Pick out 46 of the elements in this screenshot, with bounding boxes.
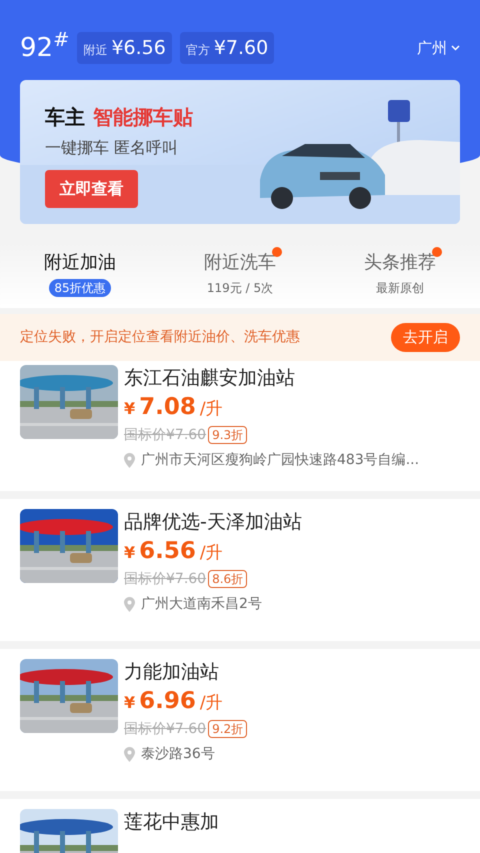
price-value: ¥7.60 bbox=[214, 36, 268, 61]
station-name: 品牌优选-天泽加油站 bbox=[124, 510, 302, 535]
currency-symbol: ¥ bbox=[124, 398, 136, 420]
discount-tag: 8.6折 bbox=[208, 570, 248, 588]
station-card[interactable]: 品牌优选-天泽加油站 ¥ 6.56 /升 国标价¥7.60 8.6折 广州大道南禾昌2号 bbox=[0, 499, 480, 641]
station-card[interactable]: 力能加油站 ¥ 6.96 /升 国标价¥7.60 9.2折 泰沙路36号 bbox=[0, 649, 480, 791]
banner-subtitle: 一键挪车 匿名呼叫 bbox=[45, 137, 180, 159]
location-pin-icon bbox=[124, 596, 135, 612]
station-name: 东江石油麒安加油站 bbox=[124, 366, 296, 391]
category-tab[interactable]: 头条推荐 最新原创 bbox=[320, 244, 480, 308]
price-label: 附近 bbox=[83, 42, 108, 59]
currency-symbol: ¥ bbox=[124, 692, 136, 714]
station-card[interactable]: 东江石油麒安加油站 ¥ 7.08 /升 国标价¥7.60 9.3折 广州市天河区瘦狗岭广园快速路483号自编... bbox=[0, 361, 480, 491]
location-pin-icon bbox=[124, 746, 135, 762]
station-name: 莲花中惠加 bbox=[124, 810, 219, 835]
station-address: 广州市天河区瘦狗岭广园快速路483号自编... bbox=[141, 450, 420, 470]
tab-subtitle: 最新原创 bbox=[376, 280, 424, 297]
location-pin-icon bbox=[124, 452, 135, 468]
discount-tag: 9.3折 bbox=[208, 426, 248, 444]
fuel-price: 7.08 bbox=[139, 393, 196, 421]
chevron-down-icon bbox=[451, 45, 460, 51]
original-price: 国标价¥7.60 bbox=[124, 426, 206, 444]
price-value: ¥6.56 bbox=[111, 36, 166, 61]
city-selector[interactable]: 广州 bbox=[417, 36, 460, 60]
currency-symbol: ¥ bbox=[124, 542, 136, 564]
tab-subtitle: 119元 / 5次 bbox=[206, 280, 274, 297]
station-name: 力能加油站 bbox=[124, 660, 220, 685]
price-unit: /升 bbox=[200, 542, 223, 565]
category-tab[interactable]: 附近洗车 119元 / 5次 bbox=[160, 244, 320, 308]
price-unit: /升 bbox=[200, 692, 223, 715]
view-now-button[interactable]: 立即查看 bbox=[45, 170, 138, 208]
fuel-price: 6.56 bbox=[139, 537, 196, 565]
station-card[interactable]: 莲花中惠加 bbox=[0, 799, 480, 853]
original-price: 国标价¥7.60 bbox=[124, 570, 206, 588]
discount-tag: 9.2折 bbox=[208, 720, 248, 738]
fuel-price: 6.96 bbox=[139, 687, 196, 715]
station-address: 广州大道南禾昌2号 bbox=[141, 594, 262, 614]
station-address: 泰沙路36号 bbox=[141, 744, 215, 764]
banner-title: 车主 bbox=[45, 104, 85, 131]
price-unit: /升 bbox=[200, 398, 223, 421]
location-notice: 定位失败，开启定位查看附近油价、洗车优惠 bbox=[20, 328, 301, 347]
banner-highlight: 智能挪车贴 bbox=[93, 104, 193, 131]
tab-subtitle: 85折优惠 bbox=[49, 279, 111, 297]
price-label: 官方 bbox=[186, 42, 210, 59]
original-price: 国标价¥7.60 bbox=[124, 720, 206, 738]
category-tab[interactable]: 附近加油 85折优惠 bbox=[0, 244, 160, 308]
